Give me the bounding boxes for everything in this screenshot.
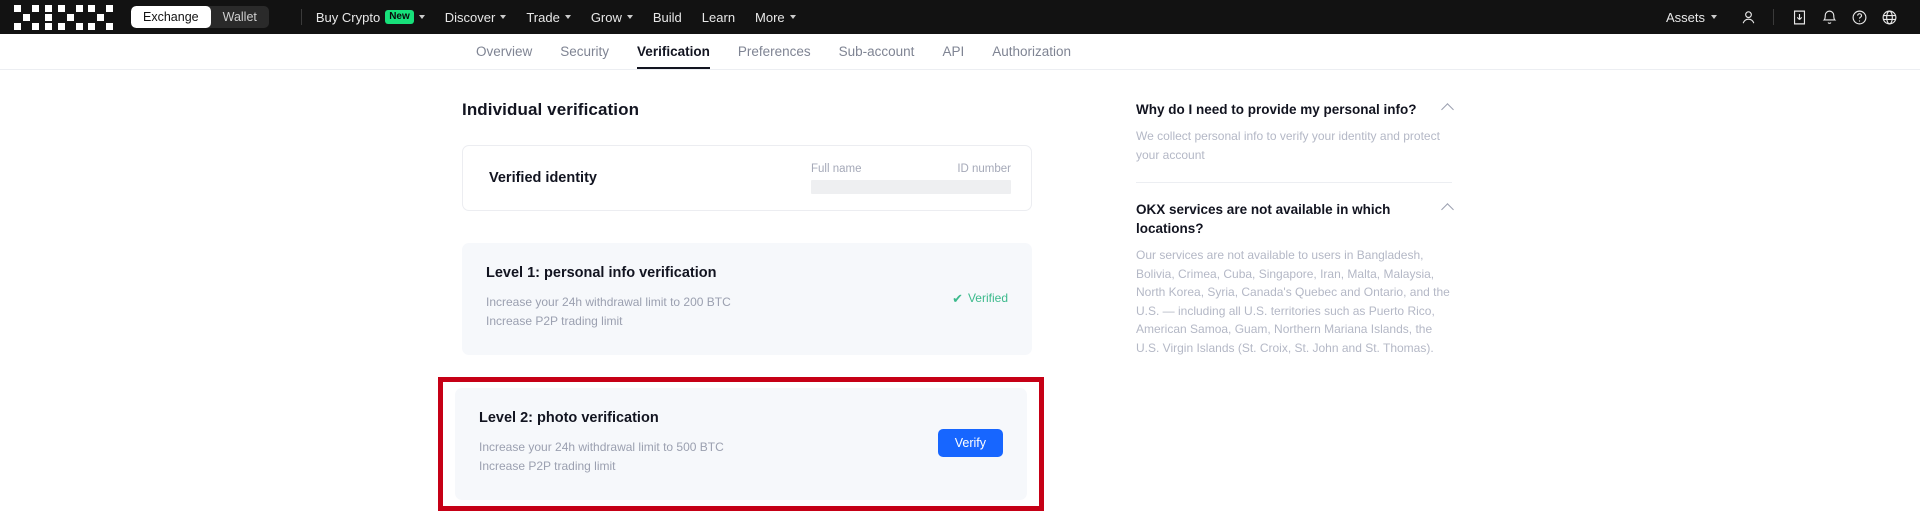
chevron-down-icon [1711, 15, 1717, 19]
nav-divider [300, 9, 302, 25]
tab-verification[interactable]: Verification [623, 34, 724, 69]
level-1-card: Level 1: personal info verification Incr… [462, 243, 1032, 355]
chevron-down-icon [564, 15, 571, 19]
faq-header-unavailable-locations[interactable]: OKX services are not available in which … [1136, 200, 1454, 238]
chevron-up-icon[interactable] [1441, 203, 1454, 216]
faq-question-unavailable-locations: OKX services are not available in which … [1136, 202, 1391, 236]
verified-identity-card: Verified identity Full name ID number [462, 145, 1032, 211]
level-2-title: Level 2: photo verification [479, 410, 659, 426]
level-1-benefit-2: Increase P2P trading limit [486, 314, 623, 328]
segment-exchange[interactable]: Exchange [131, 6, 211, 28]
faq-item-personal-info: Why do I need to provide my personal inf… [1136, 100, 1454, 182]
tab-authorization[interactable]: Authorization [978, 34, 1085, 69]
level-2-text: Level 2: photo verification Increase you… [479, 410, 724, 476]
new-badge: New [385, 10, 414, 24]
id-number-label: ID number [957, 162, 1011, 175]
tab-overview[interactable]: Overview [462, 34, 546, 69]
user-icon[interactable] [1733, 2, 1763, 32]
verify-button[interactable]: Verify [937, 429, 1003, 457]
nav-label-build: Build [652, 9, 682, 25]
tab-security[interactable]: Security [546, 34, 623, 69]
faq-answer-personal-info: We collect personal info to verify your … [1136, 129, 1440, 162]
topbar-right-area: Assets [1666, 2, 1904, 32]
nav-item-more[interactable]: More [755, 10, 796, 25]
nav-label-learn: Learn [701, 9, 736, 25]
verified-identity-title: Verified identity [489, 170, 597, 186]
top-navigation-bar: Exchange Wallet Buy Crypto New Discover … [0, 0, 1920, 34]
nav-item-buy-crypto[interactable]: Buy Crypto New [316, 10, 425, 25]
globe-icon[interactable] [1874, 2, 1904, 32]
identity-fields: Full name ID number [811, 163, 1011, 194]
chevron-down-icon [418, 15, 425, 19]
faq-sidebar: Why do I need to provide my personal inf… [1136, 100, 1454, 511]
nav-label-more: More [755, 9, 785, 25]
chevron-down-icon [789, 15, 796, 19]
segment-wallet[interactable]: Wallet [211, 6, 269, 28]
nav-item-build[interactable]: Build [653, 10, 682, 25]
level-1-status-area: ✔ Verified [952, 291, 1008, 305]
verified-label: Verified [967, 291, 1008, 305]
identity-field-headers: Full name ID number [811, 163, 1011, 175]
nav-item-discover[interactable]: Discover [445, 10, 507, 25]
faq-header-personal-info[interactable]: Why do I need to provide my personal inf… [1136, 100, 1454, 119]
right-divider [1773, 9, 1774, 25]
page-title: Individual verification [462, 100, 640, 119]
tab-sub-account[interactable]: Sub-account [825, 34, 929, 69]
redacted-identity-values [811, 179, 1011, 194]
level-1-text: Level 1: personal info verification Incr… [486, 265, 731, 331]
nav-item-learn[interactable]: Learn [702, 10, 735, 25]
check-icon: ✔ [952, 290, 963, 306]
level-1-title: Level 1: personal info verification [486, 265, 717, 281]
primary-nav-links: Buy Crypto New Discover Trade Grow Build… [316, 10, 796, 25]
level-2-benefit-2: Increase P2P trading limit [479, 459, 616, 473]
chevron-down-icon [626, 15, 633, 19]
download-icon[interactable] [1784, 2, 1814, 32]
nav-item-trade[interactable]: Trade [526, 9, 571, 25]
chevron-down-icon [500, 15, 507, 19]
faq-question-personal-info: Why do I need to provide my personal inf… [1136, 102, 1417, 117]
okx-logo[interactable] [14, 4, 113, 30]
chevron-up-icon[interactable] [1441, 103, 1454, 116]
nav-label-discover: Discover [444, 9, 496, 25]
nav-label-grow: Grow [590, 9, 622, 25]
faq-item-unavailable-locations: OKX services are not available in which … [1136, 182, 1454, 375]
level-2-action-area: Verify [937, 429, 1003, 457]
full-name-label: Full name [811, 162, 862, 175]
level-2-card: Level 2: photo verification Increase you… [455, 388, 1027, 500]
nav-label-trade: Trade [526, 9, 560, 25]
level-2-highlight-box: Level 2: photo verification Increase you… [438, 377, 1044, 511]
faq-answer-unavailable-locations: Our services are not available to users … [1136, 248, 1450, 355]
level-1-benefit-1: Increase your 24h withdrawal limit to 20… [486, 295, 731, 309]
assets-menu[interactable]: Assets [1666, 10, 1717, 25]
account-settings-tabs: Overview Security Verification Preferenc… [0, 34, 1920, 70]
help-icon[interactable] [1844, 2, 1874, 32]
bell-icon[interactable] [1814, 2, 1844, 32]
page-body: Individual verification Verified identit… [0, 70, 1920, 511]
exchange-wallet-toggle[interactable]: Exchange Wallet [131, 6, 269, 28]
tab-api[interactable]: API [928, 34, 978, 69]
tab-preferences[interactable]: Preferences [724, 34, 825, 69]
main-column: Individual verification Verified identit… [438, 100, 1044, 511]
level-2-benefit-1: Increase your 24h withdrawal limit to 50… [479, 440, 724, 454]
nav-item-grow[interactable]: Grow [591, 10, 633, 25]
status-badge-verified: ✔ Verified [952, 291, 1008, 305]
assets-label: Assets [1665, 9, 1705, 25]
nav-label-buy-crypto: Buy Crypto [315, 9, 381, 25]
